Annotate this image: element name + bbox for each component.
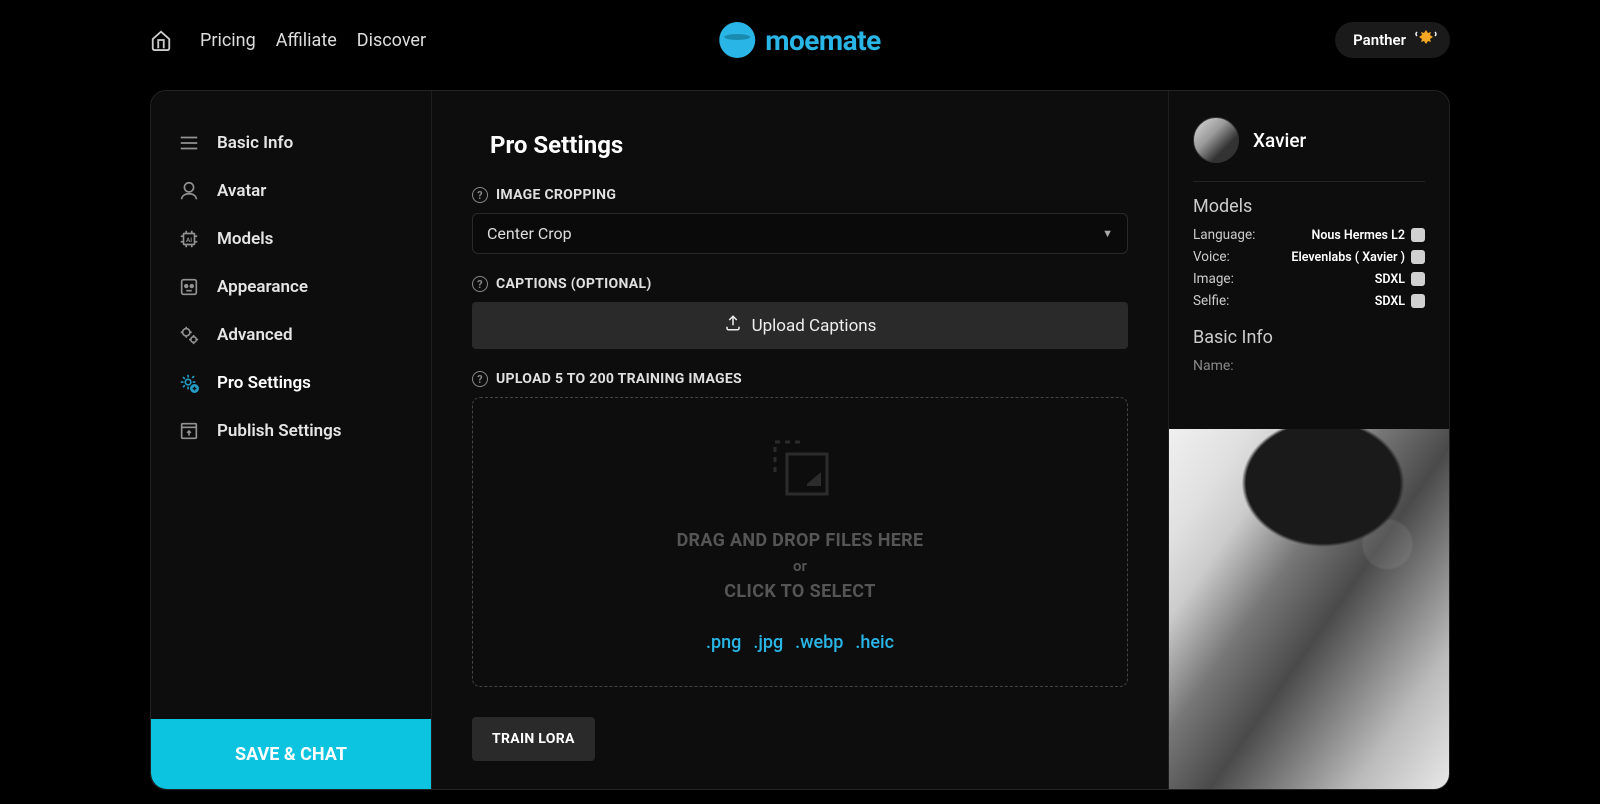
gear-plus-icon [177, 371, 201, 395]
skull-icon [177, 275, 201, 299]
image-cropping-select[interactable]: Center Crop ▼ [472, 213, 1128, 254]
user-name: Panther [1353, 31, 1406, 49]
model-row-voice: Voice: Elevenlabs ( Xavier ) [1193, 249, 1425, 265]
nav-discover[interactable]: Discover [357, 30, 426, 51]
name-field-label: Name: [1193, 358, 1425, 374]
model-badge-icon [1411, 228, 1425, 242]
user-badge[interactable]: Panther [1335, 22, 1450, 58]
sidebar-item-label: Advanced [217, 325, 293, 345]
training-images-dropzone[interactable]: DRAG AND DROP FILES HERE or CLICK TO SEL… [472, 397, 1128, 687]
select-value: Center Crop [487, 224, 572, 243]
upload-captions-button[interactable]: Upload Captions [472, 302, 1128, 349]
model-row-language: Language: Nous Hermes L2 [1193, 227, 1425, 243]
train-lora-button[interactable]: TRAIN LORA [472, 717, 595, 761]
drop-instruction-2: CLICK TO SELECT [724, 581, 876, 602]
sidebar-item-label: Pro Settings [217, 373, 311, 393]
list-icon [177, 131, 201, 155]
sidebar-item-label: Appearance [217, 277, 308, 297]
model-badge-icon [1411, 294, 1425, 308]
brand-logo[interactable]: moemate [719, 22, 881, 58]
drop-instruction-1: DRAG AND DROP FILES HERE [677, 530, 924, 551]
sidebar-item-pro-settings[interactable]: Pro Settings [171, 361, 411, 405]
upload-icon [724, 314, 742, 337]
home-icon[interactable] [150, 29, 172, 51]
sidebar-item-label: Publish Settings [217, 421, 342, 441]
character-preview-image [1169, 429, 1449, 789]
sidebar-item-models[interactable]: AI Models [171, 217, 411, 261]
model-row-image: Image: SDXL [1193, 271, 1425, 287]
accepted-extensions: .png .jpg .webp .heic [706, 632, 894, 653]
training-images-label: ? UPLOAD 5 TO 200 TRAINING IMAGES [472, 371, 1128, 387]
sidebar-item-appearance[interactable]: Appearance [171, 265, 411, 309]
sidebar-item-avatar[interactable]: Avatar [171, 169, 411, 213]
image-select-icon [765, 432, 835, 502]
models-section-title: Models [1193, 196, 1425, 217]
gears-icon [177, 323, 201, 347]
model-row-selfie: Selfie: SDXL [1193, 293, 1425, 309]
nav-pricing[interactable]: Pricing [200, 30, 256, 51]
help-icon[interactable]: ? [472, 276, 488, 292]
sidebar-item-label: Basic Info [217, 133, 293, 153]
avatar-icon [177, 179, 201, 203]
logo-icon [719, 22, 755, 58]
sidebar-item-label: Models [217, 229, 273, 249]
character-avatar[interactable] [1193, 117, 1239, 163]
sidebar-item-basic-info[interactable]: Basic Info [171, 121, 411, 165]
chevron-down-icon: ▼ [1102, 227, 1113, 240]
upload-window-icon [177, 419, 201, 443]
help-icon[interactable]: ? [472, 371, 488, 387]
model-badge-icon [1411, 272, 1425, 286]
drop-or: or [793, 557, 807, 575]
chip-icon: AI [177, 227, 201, 251]
nav-affiliate[interactable]: Affiliate [276, 30, 337, 51]
brand-name: moemate [765, 24, 881, 57]
model-badge-icon [1411, 250, 1425, 264]
help-icon[interactable]: ? [472, 187, 488, 203]
premium-icon [1414, 28, 1438, 52]
sidebar-item-publish-settings[interactable]: Publish Settings [171, 409, 411, 453]
save-chat-button[interactable]: SAVE & CHAT [151, 719, 431, 789]
svg-text:AI: AI [186, 236, 192, 244]
image-cropping-label: ? IMAGE CROPPING [472, 187, 1128, 203]
page-title: Pro Settings [472, 131, 1128, 159]
captions-label: ? CAPTIONS (OPTIONAL) [472, 276, 1128, 292]
sidebar-item-label: Avatar [217, 181, 266, 201]
character-name: Xavier [1253, 129, 1306, 152]
sidebar-item-advanced[interactable]: Advanced [171, 313, 411, 357]
basic-info-section-title: Basic Info [1193, 327, 1425, 348]
